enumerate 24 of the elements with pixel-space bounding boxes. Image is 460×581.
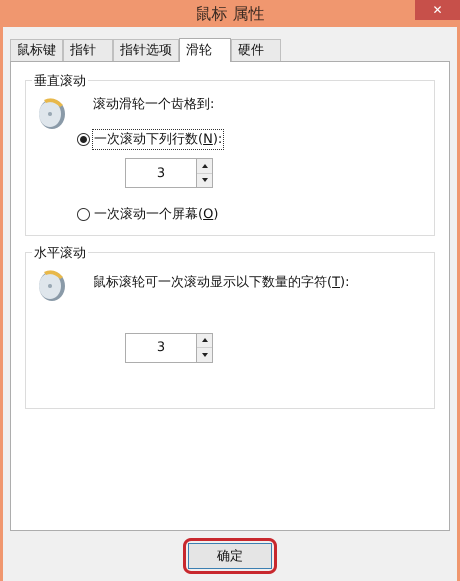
radio-button[interactable]	[77, 132, 90, 146]
tab[interactable]: 指针	[63, 39, 113, 61]
spin-down-button[interactable]	[197, 174, 212, 187]
spin-up-button[interactable]	[197, 159, 212, 174]
spin-up-button[interactable]	[197, 334, 212, 348]
window-title: 鼠标 属性	[195, 2, 265, 24]
tab[interactable]: 硬件	[231, 39, 281, 61]
tab[interactable]: 滑轮	[179, 38, 231, 62]
number-field[interactable]: 3	[125, 158, 196, 188]
radio-option[interactable]: 一次滚动一个屏幕(O)	[77, 204, 224, 226]
prompt-text: 滚动滑轮一个齿格到:	[93, 96, 216, 114]
ok-button[interactable]: 确定	[188, 543, 272, 570]
up-arrow-icon	[202, 164, 208, 168]
number-field[interactable]: 3	[125, 332, 196, 362]
close-button[interactable]: ✕	[415, 0, 460, 20]
down-arrow-icon	[202, 178, 208, 182]
up-arrow-icon	[202, 338, 208, 342]
option-label: 一次滚动一个屏幕(O)	[93, 206, 220, 224]
prompt-text: 鼠标滚轮可一次滚动显示以下数量的字符(T):	[93, 274, 350, 292]
down-arrow-icon	[202, 352, 208, 357]
spin-down-button[interactable]	[197, 348, 212, 362]
tab[interactable]: 鼠标键	[10, 39, 63, 61]
tab[interactable]: 指针选项	[113, 39, 179, 61]
radio-button[interactable]	[77, 208, 90, 222]
